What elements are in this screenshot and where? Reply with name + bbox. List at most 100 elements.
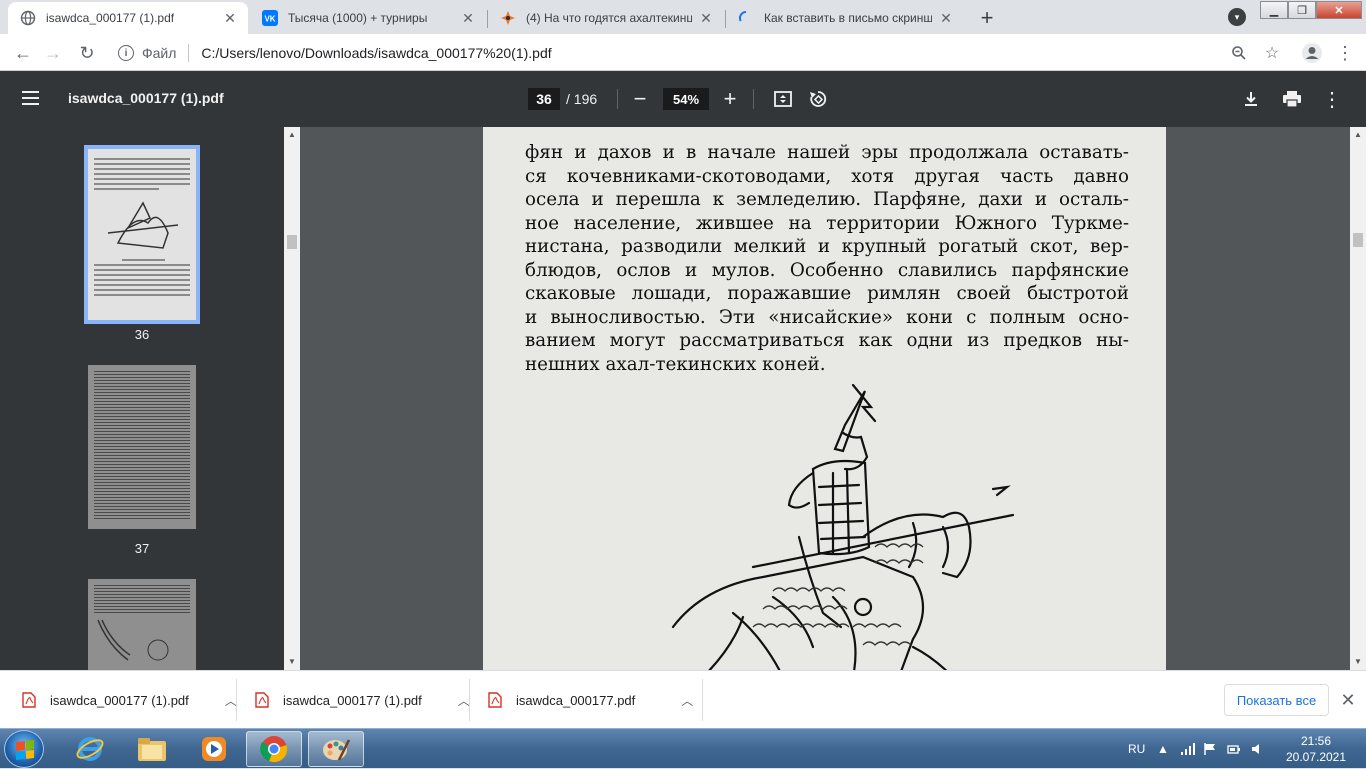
text-line: нистана, разводили мелкий и крупный рога… xyxy=(525,236,1129,257)
download-divider xyxy=(236,679,237,721)
scrollbar-thumb[interactable] xyxy=(1353,233,1363,247)
start-button[interactable] xyxy=(4,730,44,768)
sidebar-menu-icon[interactable] xyxy=(22,87,46,111)
tab-title: isawdca_000177 (1).pdf xyxy=(46,11,175,25)
tab-strip: isawdca_000177 (1).pdf ✕ VK Тысяча (1000… xyxy=(0,0,1366,34)
tab-close-button[interactable]: ✕ xyxy=(698,10,714,26)
zoom-input[interactable]: 54% xyxy=(663,88,709,110)
file-explorer-icon[interactable] xyxy=(124,731,180,767)
page-number-input[interactable]: 36 xyxy=(528,88,560,110)
language-indicator[interactable]: RU xyxy=(1128,729,1145,769)
download-item[interactable]: isawdca_000177 (1).pdf ︿ xyxy=(255,671,470,729)
tab-screenshot[interactable]: Как вставить в письмо скриншот ✕ xyxy=(726,2,964,34)
show-hidden-icons-icon[interactable]: ▲ xyxy=(1157,729,1169,769)
thumbnail-label: 37 xyxy=(134,541,150,556)
fit-page-icon[interactable] xyxy=(771,87,795,111)
zen-icon xyxy=(500,10,516,26)
new-tab-button[interactable]: + xyxy=(974,5,1000,31)
rotate-icon[interactable] xyxy=(806,87,830,111)
back-arrow-icon[interactable]: ← xyxy=(10,40,36,66)
tab-pdf[interactable]: isawdca_000177 (1).pdf ✕ xyxy=(8,2,248,34)
tab-zen[interactable]: (4) На что годятся ахалтекинцы ✕ xyxy=(488,2,724,34)
forward-arrow-icon[interactable]: → xyxy=(40,40,66,66)
text-line: и выносливостью. Эти «нисайские» кони с … xyxy=(525,306,1129,328)
download-item[interactable]: isawdca_000177.pdf ︿ xyxy=(488,671,693,729)
zoom-out-icon[interactable]: − xyxy=(628,86,652,111)
thumbnail-page-36[interactable] xyxy=(84,145,200,324)
thumbnail-illustration xyxy=(97,619,169,661)
text-line: фян и дахов и в начале нашей эры продолж… xyxy=(525,142,1129,163)
volume-icon[interactable] xyxy=(1250,729,1266,769)
download-filename: isawdca_000177 (1).pdf xyxy=(50,692,189,708)
pdf-page: фян и дахов и в начале нашей эры продолж… xyxy=(483,127,1166,670)
network-icon[interactable] xyxy=(1180,729,1196,769)
text-line: блюдов, ослов и мулов. Особенно славилис… xyxy=(525,259,1129,281)
clock-time: 21:56 xyxy=(1300,734,1332,748)
url-text[interactable]: C:/Users/lenovo/Downloads/isawdca_000177… xyxy=(201,45,551,61)
thumbnail-page-38[interactable] xyxy=(88,579,196,670)
close-downloads-icon[interactable]: ✕ xyxy=(1338,690,1358,710)
text-line: скаковые лошади, поражавшие римлян своей… xyxy=(525,283,1129,304)
internet-explorer-icon[interactable] xyxy=(62,731,118,767)
download-filename: isawdca_000177.pdf xyxy=(516,692,636,708)
horseman-illustration xyxy=(671,383,1015,670)
toolbar-divider xyxy=(617,89,618,109)
toolbar-divider xyxy=(753,89,754,109)
tab-close-button[interactable]: ✕ xyxy=(222,10,238,26)
minimize-button[interactable]: ▁ xyxy=(1260,0,1288,20)
show-all-button[interactable]: Показать все xyxy=(1224,684,1329,716)
globe-icon xyxy=(20,10,36,26)
scroll-up-icon[interactable]: ▲ xyxy=(287,130,297,140)
loading-icon xyxy=(738,10,754,26)
thumbnail-page-37[interactable] xyxy=(88,365,196,529)
windows-taskbar: RU ▲ 21:56 20.07.2021 xyxy=(0,728,1366,768)
download-filename: isawdca_000177 (1).pdf xyxy=(283,692,422,708)
chrome-icon[interactable] xyxy=(246,731,302,767)
zoom-in-icon[interactable]: + xyxy=(718,86,742,111)
browser-menu-icon[interactable]: ⋮ xyxy=(1332,40,1358,66)
tab-title: Как вставить в письмо скриншот xyxy=(764,11,932,25)
download-icon[interactable] xyxy=(1239,87,1263,111)
tab-title: (4) На что годятся ахалтекинцы xyxy=(526,11,692,25)
pdf-viewer: 36 37 ▲ ▼ фян и дахов и в начале нашей э… xyxy=(0,127,1366,670)
text-line: ся кочевниками-скотоводами, хотя другая … xyxy=(525,165,1129,187)
clock-date: 20.07.2021 xyxy=(1285,750,1347,764)
pdf-title: isawdca_000177 (1).pdf xyxy=(68,90,224,106)
scroll-down-icon[interactable]: ▼ xyxy=(287,657,297,667)
address-bar[interactable]: i Файл C:/Users/lenovo/Downloads/isawdca… xyxy=(108,39,1292,67)
tab-vk[interactable]: VK Тысяча (1000) + турниры ✕ xyxy=(250,2,486,34)
scrollbar-thumb[interactable] xyxy=(287,235,297,249)
zoom-icon[interactable] xyxy=(1226,40,1252,66)
scroll-up-icon[interactable]: ▲ xyxy=(1353,130,1363,139)
pdf-toolbar: isawdca_000177 (1).pdf 36 / 196 − 54% + … xyxy=(0,71,1366,127)
main-scrollbar[interactable]: ▲ ▼ xyxy=(1350,127,1366,670)
tab-close-button[interactable]: ✕ xyxy=(938,10,954,26)
windows-logo-icon xyxy=(16,740,34,760)
vk-icon: VK xyxy=(262,10,278,26)
chevron-up-icon[interactable]: ︿ xyxy=(458,692,470,709)
more-actions-icon[interactable]: ⋮ xyxy=(1320,87,1344,111)
tab-close-button[interactable]: ✕ xyxy=(460,10,476,26)
sidebar-scrollbar[interactable]: ▲ ▼ xyxy=(284,127,300,670)
bookmark-star-icon[interactable]: ☆ xyxy=(1259,40,1285,66)
power-icon[interactable] xyxy=(1226,729,1242,769)
scheme-label: Файл xyxy=(142,45,177,61)
scroll-down-icon[interactable]: ▼ xyxy=(1353,657,1363,666)
paint-icon[interactable] xyxy=(308,731,364,767)
chevron-up-icon[interactable]: ︿ xyxy=(225,692,237,709)
print-icon[interactable] xyxy=(1280,87,1304,111)
download-item[interactable]: isawdca_000177 (1).pdf ︿ xyxy=(22,671,237,729)
thumbnail-sidebar: 36 37 ▲ ▼ xyxy=(0,127,300,670)
media-player-icon[interactable] xyxy=(186,731,242,767)
system-clock[interactable]: 21:56 20.07.2021 xyxy=(1278,733,1354,765)
maximize-button[interactable]: ❐ xyxy=(1288,0,1316,20)
browser-toolbar: ← → ↻ i Файл C:/Users/lenovo/Downloads/i… xyxy=(0,34,1366,71)
info-icon[interactable]: i xyxy=(118,45,134,61)
flag-icon[interactable] xyxy=(1203,729,1217,769)
window-close-button[interactable]: ✕ xyxy=(1316,0,1362,20)
tab-search-icon[interactable]: ▾ xyxy=(1228,8,1246,26)
profile-avatar[interactable] xyxy=(1299,40,1325,66)
reload-icon[interactable]: ↻ xyxy=(74,40,100,66)
page-text: фян и дахов и в начале нашей эры продолж… xyxy=(525,141,1129,376)
chevron-up-icon[interactable]: ︿ xyxy=(681,692,693,709)
